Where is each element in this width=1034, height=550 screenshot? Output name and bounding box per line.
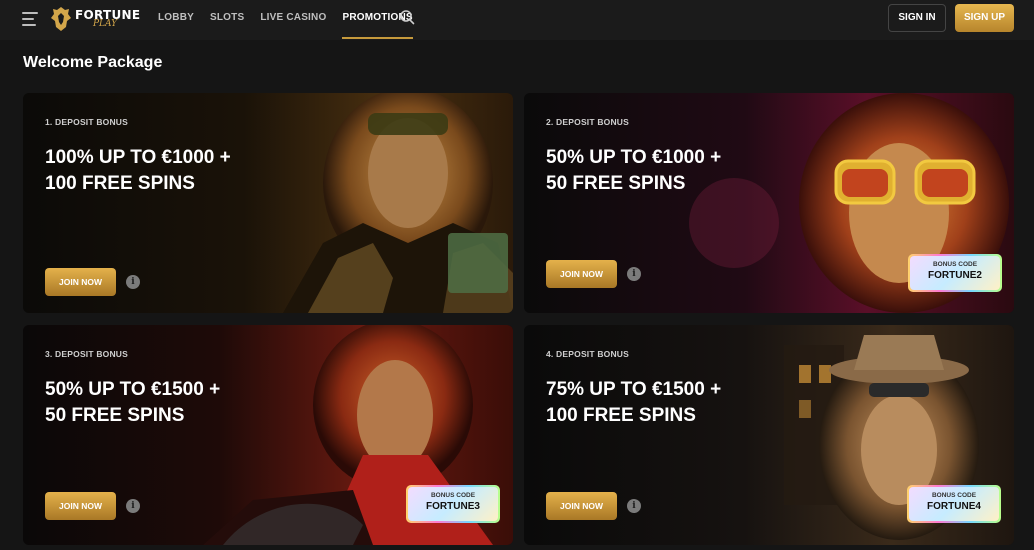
bonus-headline: 50% UP TO €1500 + 50 FREE SPINS — [45, 377, 305, 429]
sign-in-button[interactable]: SIGN IN — [888, 4, 946, 32]
search-icon[interactable] — [399, 9, 415, 25]
join-now-button[interactable]: JOIN NOW — [546, 492, 617, 520]
bonus-headline-line1: 50% UP TO €1500 + — [45, 379, 221, 400]
bonus-code-badge[interactable]: BONUS CODE FORTUNE2 — [908, 254, 1002, 292]
bonus-code-label: BONUS CODE — [932, 261, 978, 268]
bonus-code-value: FORTUNE3 — [426, 501, 480, 512]
info-icon[interactable]: i — [126, 499, 140, 513]
bonus-headline-line2: 50 FREE SPINS — [546, 173, 686, 194]
lion-logo-icon — [51, 7, 71, 31]
brand-logo[interactable]: FORTUNE PLAY — [50, 4, 140, 34]
bonus-code-value: FORTUNE2 — [928, 270, 982, 281]
bonus-code-label: BONUS CODE — [430, 492, 476, 499]
promo-card-3: 3. DEPOSIT BONUS 50% UP TO €1500 + 50 FR… — [23, 325, 513, 545]
join-now-button[interactable]: JOIN NOW — [45, 492, 116, 520]
deposit-step-label: 4. DEPOSIT BONUS — [546, 349, 630, 359]
section-title: Welcome Package — [23, 54, 163, 71]
join-now-button[interactable]: JOIN NOW — [45, 268, 116, 296]
bonus-headline-line2: 50 FREE SPINS — [45, 405, 185, 426]
hamburger-menu-icon[interactable] — [22, 12, 38, 26]
bonus-headline: 50% UP TO €1000 + 50 FREE SPINS — [546, 145, 806, 197]
promo-card-1: 1. DEPOSIT BONUS 100% UP TO €1000 + 100 … — [23, 93, 513, 313]
deposit-step-label: 3. DEPOSIT BONUS — [45, 349, 129, 359]
info-icon[interactable]: i — [627, 499, 641, 513]
bonus-headline: 100% UP TO €1000 + 100 FREE SPINS — [45, 145, 305, 197]
deposit-step-label: 1. DEPOSIT BONUS — [45, 117, 129, 127]
bonus-headline-line1: 100% UP TO €1000 + — [45, 147, 231, 168]
nav-slots[interactable]: SLOTS — [210, 0, 244, 40]
top-nav-bar: FORTUNE PLAY LOBBY SLOTS LIVE CASINO PRO… — [0, 0, 1034, 40]
nav-live-casino[interactable]: LIVE CASINO — [260, 0, 326, 40]
sign-up-button[interactable]: SIGN UP — [955, 4, 1014, 32]
bonus-code-badge[interactable]: BONUS CODE FORTUNE4 — [907, 485, 1001, 523]
promo-card-2: 2. DEPOSIT BONUS 50% UP TO €1000 + 50 FR… — [524, 93, 1014, 313]
deposit-step-label: 2. DEPOSIT BONUS — [546, 117, 630, 127]
bonus-headline-line1: 50% UP TO €1000 + — [546, 147, 722, 168]
bonus-headline: 75% UP TO €1500 + 100 FREE SPINS — [546, 377, 806, 429]
bonus-headline-line1: 75% UP TO €1500 + — [546, 379, 722, 400]
main-nav: LOBBY SLOTS LIVE CASINO PROMOTIONS — [158, 0, 429, 40]
bonus-code-value: FORTUNE4 — [927, 501, 981, 512]
bonus-code-label: BONUS CODE — [931, 492, 977, 499]
bonus-headline-line2: 100 FREE SPINS — [45, 173, 195, 194]
bonus-code-badge[interactable]: BONUS CODE FORTUNE3 — [406, 485, 500, 523]
promo-card-4: 4. DEPOSIT BONUS 75% UP TO €1500 + 100 F… — [524, 325, 1014, 545]
info-icon[interactable]: i — [126, 275, 140, 289]
info-icon[interactable]: i — [627, 267, 641, 281]
nav-lobby[interactable]: LOBBY — [158, 0, 194, 40]
bonus-headline-line2: 100 FREE SPINS — [546, 405, 696, 426]
join-now-button[interactable]: JOIN NOW — [546, 260, 617, 288]
